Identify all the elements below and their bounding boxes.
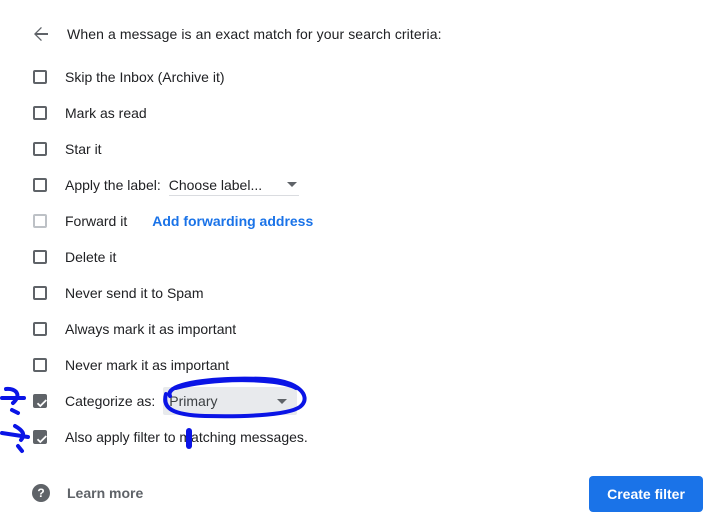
option-also-apply: Also apply filter to matching messages. bbox=[33, 426, 308, 448]
apply-label-label: Apply the label: bbox=[65, 177, 161, 193]
criteria-heading: When a message is an exact match for you… bbox=[67, 26, 442, 42]
option-categorize: Categorize as: Primary bbox=[33, 387, 298, 415]
forward-label: Forward it bbox=[65, 213, 128, 229]
checkmark-icon bbox=[36, 399, 47, 408]
skip-inbox-checkbox[interactable] bbox=[33, 70, 47, 84]
annotation-arrow-lower bbox=[0, 424, 30, 453]
also-apply-label: Also apply filter to matching messages. bbox=[65, 429, 308, 445]
option-skip-inbox: Skip the Inbox (Archive it) bbox=[33, 66, 225, 88]
add-forwarding-address-link[interactable]: Add forwarding address bbox=[152, 213, 313, 229]
never-spam-checkbox[interactable] bbox=[33, 286, 47, 300]
option-delete: Delete it bbox=[33, 246, 116, 268]
forward-checkbox[interactable] bbox=[33, 214, 47, 228]
delete-label: Delete it bbox=[65, 249, 117, 265]
create-filter-button[interactable]: Create filter bbox=[589, 476, 703, 512]
always-important-checkbox[interactable] bbox=[33, 322, 47, 336]
question-mark-icon[interactable]: ? bbox=[32, 484, 50, 502]
label-select[interactable]: Choose label... bbox=[168, 174, 299, 196]
skip-inbox-label: Skip the Inbox (Archive it) bbox=[65, 69, 225, 85]
option-never-important: Never mark it as important bbox=[33, 354, 229, 376]
option-forward: Forward it Add forwarding address bbox=[33, 210, 313, 232]
delete-checkbox[interactable] bbox=[33, 250, 47, 264]
learn-more-link[interactable]: Learn more bbox=[67, 485, 143, 501]
apply-label-checkbox[interactable] bbox=[33, 178, 47, 192]
checkmark-icon bbox=[36, 435, 47, 444]
star-checkbox[interactable] bbox=[33, 142, 47, 156]
never-important-checkbox[interactable] bbox=[33, 358, 47, 372]
label-select-value: Choose label... bbox=[168, 176, 263, 193]
help-area: ? Learn more bbox=[32, 484, 143, 502]
category-select-value: Primary bbox=[169, 393, 218, 409]
categorize-checkbox[interactable] bbox=[33, 394, 47, 408]
header: When a message is an exact match for you… bbox=[30, 22, 442, 46]
back-button[interactable] bbox=[30, 23, 52, 45]
also-apply-checkbox[interactable] bbox=[33, 430, 47, 444]
category-select[interactable]: Primary bbox=[163, 387, 298, 415]
mark-read-label: Mark as read bbox=[65, 105, 147, 121]
option-apply-label: Apply the label: Choose label... bbox=[33, 174, 299, 196]
never-spam-label: Never send it to Spam bbox=[65, 285, 204, 301]
annotation-arrow-upper bbox=[0, 386, 26, 415]
star-label: Star it bbox=[65, 141, 102, 157]
never-important-label: Never mark it as important bbox=[65, 357, 230, 373]
categorize-label: Categorize as: bbox=[65, 393, 156, 409]
dropdown-caret-icon bbox=[277, 398, 288, 404]
option-always-important: Always mark it as important bbox=[33, 318, 236, 340]
arrow-left-icon bbox=[34, 27, 48, 41]
option-star: Star it bbox=[33, 138, 102, 160]
dropdown-caret-icon bbox=[286, 182, 297, 187]
option-mark-read: Mark as read bbox=[33, 102, 147, 124]
mark-read-checkbox[interactable] bbox=[33, 106, 47, 120]
option-never-spam: Never send it to Spam bbox=[33, 282, 204, 304]
always-important-label: Always mark it as important bbox=[65, 321, 237, 337]
